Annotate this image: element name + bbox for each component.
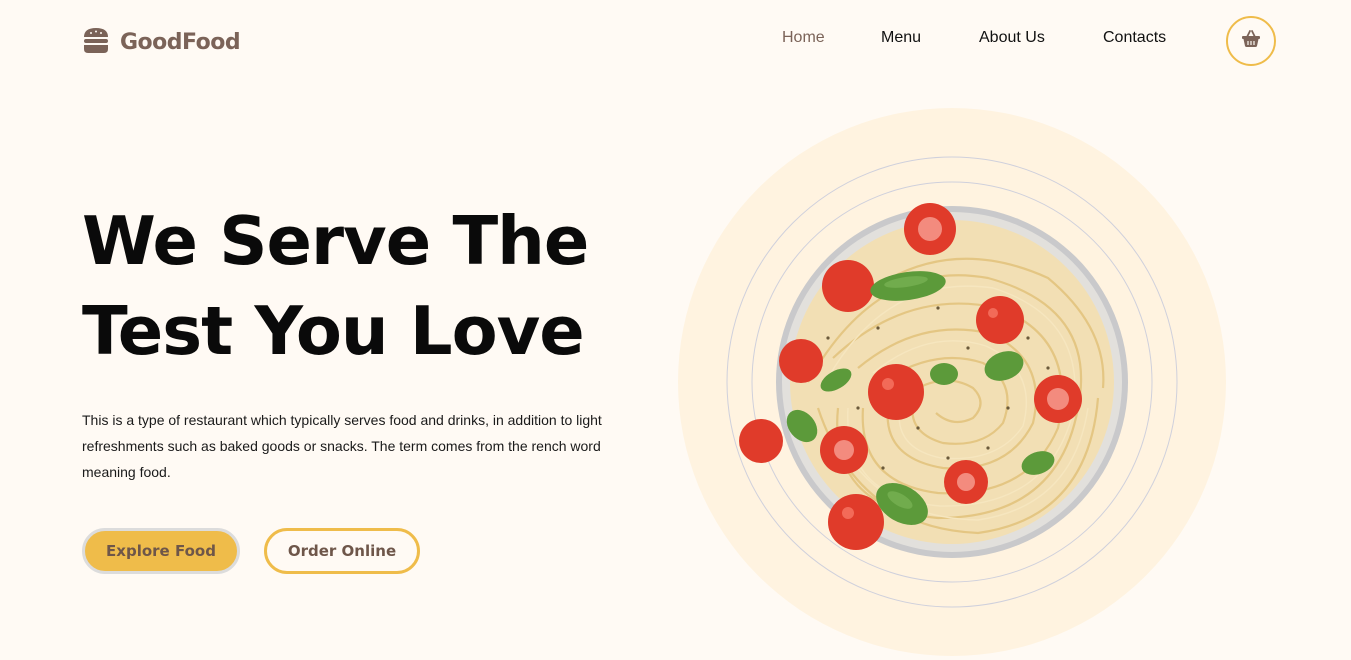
hero-title-line-2: Test You Love [82, 292, 585, 370]
hero-description: This is a type of restaurant which typic… [82, 412, 602, 480]
basket-icon [1241, 30, 1261, 52]
nav-about-us[interactable]: About Us [979, 29, 1045, 47]
cart-button[interactable] [1226, 16, 1276, 66]
hero-title: We Serve The Test You Love [82, 196, 589, 376]
hero-image [678, 108, 1226, 656]
nav-menu[interactable]: Menu [881, 29, 921, 47]
nav-contacts[interactable]: Contacts [1103, 29, 1166, 47]
explore-food-button[interactable]: Explore Food [82, 528, 240, 574]
hero-title-line-1: We Serve The [82, 202, 589, 280]
main-nav: Home Menu About Us Contacts [0, 29, 1351, 49]
order-online-button[interactable]: Order Online [264, 528, 420, 574]
nav-home[interactable]: Home [782, 29, 825, 47]
spaghetti-bowl-image [678, 108, 1226, 656]
